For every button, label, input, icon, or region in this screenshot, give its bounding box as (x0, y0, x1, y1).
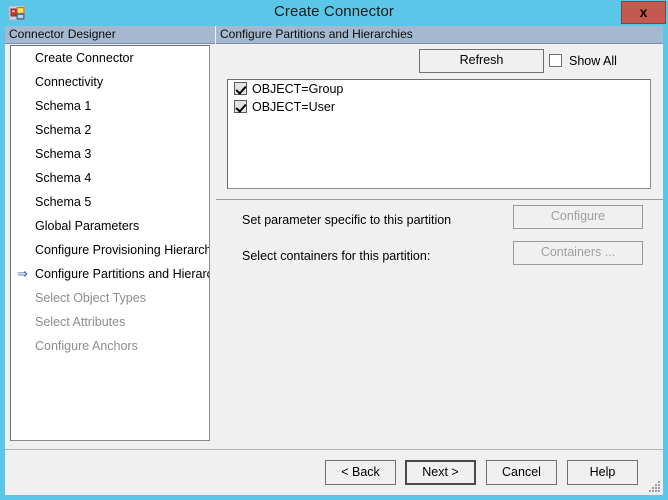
dialog-client-area: Connector Designer Create Connector Conn… (5, 26, 663, 495)
sidebar-item-connectivity[interactable]: Connectivity (11, 70, 209, 94)
list-item[interactable]: OBJECT=User (228, 98, 650, 116)
configure-button[interactable]: Configure (513, 205, 643, 229)
window-title: Create Connector (274, 3, 394, 20)
partition-checkbox[interactable] (234, 100, 247, 113)
designer-step-list[interactable]: Create Connector Connectivity Schema 1 S… (10, 45, 210, 441)
sidebar-item-label: Schema 1 (35, 99, 92, 113)
sidebar-item-label: Schema 4 (35, 171, 92, 185)
set-parameter-label: Set parameter specific to this partition (242, 213, 452, 227)
configure-partitions-header: Configure Partitions and Hierarchies (216, 26, 663, 44)
show-all-label: Show All (569, 54, 617, 68)
refresh-button[interactable]: Refresh (419, 49, 544, 73)
next-button[interactable]: Next > (405, 460, 476, 485)
sidebar-item-label: Schema 2 (35, 123, 92, 137)
sidebar-item-schema-5[interactable]: Schema 5 (11, 190, 209, 214)
cancel-button[interactable]: Cancel (486, 460, 557, 485)
show-all-checkbox[interactable]: Show All (549, 54, 617, 70)
sidebar-item-configure-anchors: Configure Anchors (11, 334, 209, 358)
sidebar-item-label: Connectivity (35, 75, 104, 89)
sidebar-item-label: Global Parameters (35, 219, 140, 233)
sidebar-item-label: Select Attributes (35, 315, 126, 329)
sidebar-item-select-object-types: Select Object Types (11, 286, 209, 310)
sidebar-item-label: Select Object Types (35, 291, 146, 305)
sidebar-item-configure-partitions-and-hierarchies[interactable]: ⇒ Configure Partitions and Hierarchies (11, 262, 209, 286)
close-button[interactable]: x (621, 1, 666, 24)
sidebar-item-label: Create Connector (35, 51, 134, 65)
back-button[interactable]: < Back (325, 460, 396, 485)
sidebar-item-schema-1[interactable]: Schema 1 (11, 94, 209, 118)
sidebar-item-select-attributes: Select Attributes (11, 310, 209, 334)
show-all-checkbox-box[interactable] (549, 54, 562, 67)
select-containers-label: Select containers for this partition: (242, 249, 431, 263)
resize-grip-icon[interactable] (647, 479, 661, 493)
sidebar-item-label: Configure Provisioning Hierarchy (35, 243, 210, 257)
sidebar-item-schema-3[interactable]: Schema 3 (11, 142, 209, 166)
configure-partitions-pane: Configure Partitions and Hierarchies art… (216, 26, 663, 448)
partitions-list[interactable]: OBJECT=Group OBJECT=User (227, 79, 651, 189)
help-button[interactable]: Help (567, 460, 638, 485)
dialog-footer: < Back Next > Cancel Help (5, 449, 663, 495)
current-step-arrow-icon: ⇒ (17, 266, 28, 281)
sidebar-item-schema-4[interactable]: Schema 4 (11, 166, 209, 190)
list-item[interactable]: OBJECT=Group (228, 80, 650, 98)
sidebar-item-label: Configure Partitions and Hierarchies (35, 267, 209, 281)
sidebar-item-configure-provisioning-hierarchy[interactable]: Configure Provisioning Hierarchy (11, 238, 209, 262)
sidebar-item-global-parameters[interactable]: Global Parameters (11, 214, 209, 238)
create-connector-dialog: Create Connector x Connector Designer Cr… (0, 0, 668, 500)
partition-label: OBJECT=Group (252, 82, 344, 96)
title-bar: Create Connector x (0, 0, 668, 26)
partitions-section: artitions: Refresh Show All OBJECT=Group… (216, 45, 663, 200)
partition-checkbox[interactable] (234, 82, 247, 95)
sidebar-item-create-connector[interactable]: Create Connector (11, 46, 209, 70)
connector-designer-header: Connector Designer (5, 26, 215, 44)
sidebar-item-label: Schema 5 (35, 195, 92, 209)
sidebar-item-schema-2[interactable]: Schema 2 (11, 118, 209, 142)
partition-label: OBJECT=User (252, 100, 336, 114)
connector-designer-pane: Connector Designer Create Connector Conn… (5, 26, 215, 448)
sidebar-item-label: Configure Anchors (35, 339, 138, 353)
sidebar-item-label: Schema 3 (35, 147, 92, 161)
containers-button[interactable]: Containers ... (513, 241, 643, 265)
partition-details-section: Set parameter specific to this partition… (216, 201, 663, 448)
